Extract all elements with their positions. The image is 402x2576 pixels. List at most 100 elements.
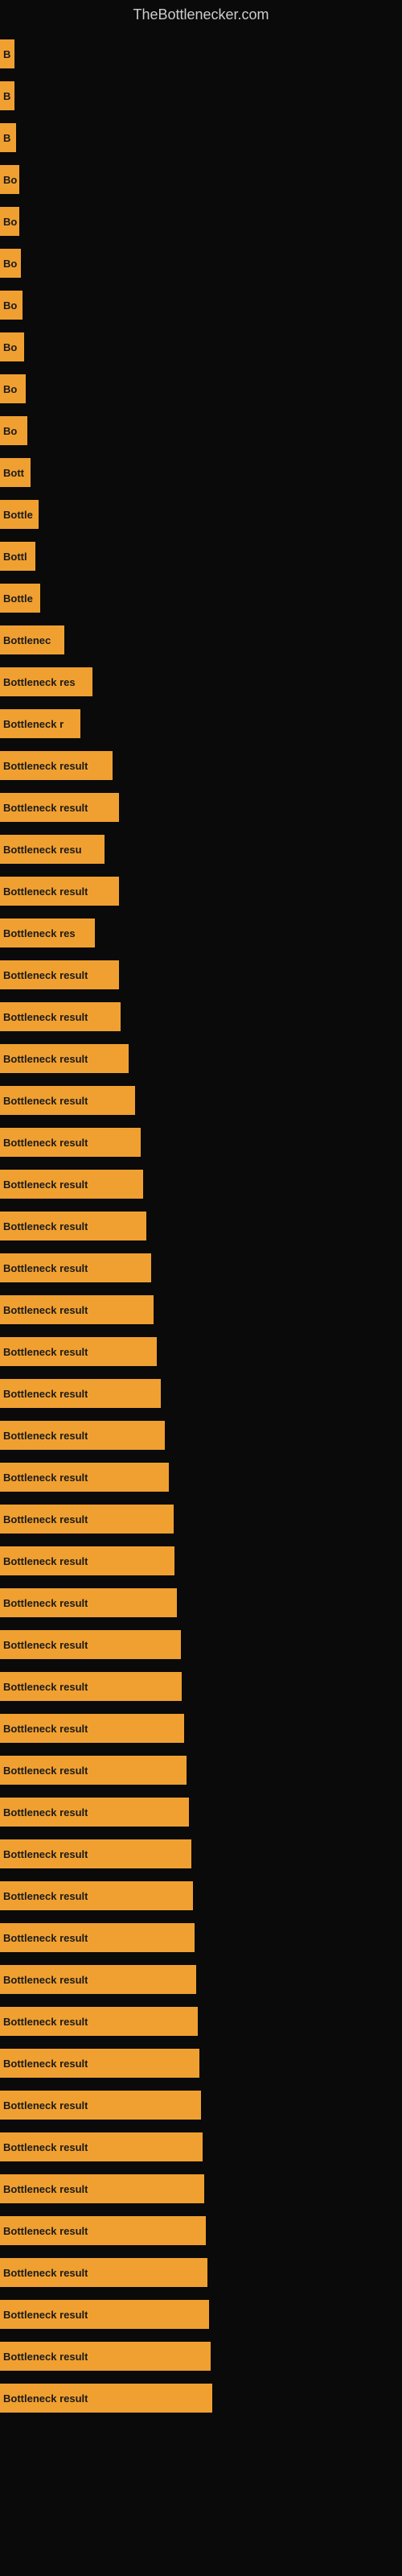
- bar-row: Bottleneck result: [0, 1791, 402, 1833]
- bar-row: Bo: [0, 368, 402, 410]
- bar: Bo: [0, 332, 24, 361]
- bar-label: Bottle: [3, 509, 33, 521]
- bar-row: B: [0, 33, 402, 75]
- bar-row: Bo: [0, 159, 402, 200]
- bar-label: Bo: [3, 341, 17, 353]
- bar: Bottleneck result: [0, 960, 119, 989]
- bar-label: Bottleneck result: [3, 1095, 88, 1107]
- bar-row: Bottleneck result: [0, 1289, 402, 1331]
- bar-row: Bottleneck result: [0, 1121, 402, 1163]
- bar-label: Bottleneck result: [3, 1555, 88, 1567]
- bar-row: Bottleneck result: [0, 2252, 402, 2293]
- site-title: TheBottlenecker.com: [0, 0, 402, 33]
- bar-row: Bottleneck result: [0, 1331, 402, 1373]
- bar-row: B: [0, 75, 402, 117]
- bar: Bo: [0, 249, 21, 278]
- bar: Bottleneck result: [0, 2132, 203, 2161]
- bar: Bottleneck result: [0, 1756, 187, 1785]
- bar: Bottleneck result: [0, 2384, 212, 2413]
- bar: Bottleneck result: [0, 1630, 181, 1659]
- bar-row: Bottleneck result: [0, 1080, 402, 1121]
- bar: Bottleneck result: [0, 1295, 154, 1324]
- bar: Bottleneck res: [0, 667, 92, 696]
- bar: Bottleneck result: [0, 1212, 146, 1241]
- bar: Bottleneck result: [0, 793, 119, 822]
- bar-row: Bottleneck result: [0, 1875, 402, 1917]
- bar-row: Bottle: [0, 493, 402, 535]
- bar-row: Bottleneck r: [0, 703, 402, 745]
- bar: Bottleneck result: [0, 1714, 184, 1743]
- bar-row: Bottlenec: [0, 619, 402, 661]
- bar: Bo: [0, 165, 19, 194]
- bar-row: Bottleneck res: [0, 912, 402, 954]
- bar-label: Bottleneck resu: [3, 844, 82, 856]
- bar: Bottleneck result: [0, 1546, 174, 1575]
- bar: Bottl: [0, 542, 35, 571]
- bar-row: Bottleneck result: [0, 1666, 402, 1707]
- bar-row: Bottleneck result: [0, 870, 402, 912]
- bar: B: [0, 123, 16, 152]
- bar-label: Bottleneck result: [3, 1011, 88, 1023]
- bar: Bottleneck result: [0, 2049, 199, 2078]
- bar-row: Bottleneck result: [0, 745, 402, 786]
- bar-label: Bottleneck result: [3, 1765, 88, 1777]
- bar: Bottleneck result: [0, 751, 113, 780]
- bar-row: Bo: [0, 284, 402, 326]
- bar: Bottleneck r: [0, 709, 80, 738]
- bar: Bottleneck result: [0, 1839, 191, 1868]
- bar-label: Bottleneck result: [3, 2392, 88, 2405]
- bar-label: Bottleneck result: [3, 2267, 88, 2279]
- bar: Bo: [0, 207, 19, 236]
- bar-label: Bottleneck result: [3, 969, 88, 981]
- bar-row: Bottleneck result: [0, 2210, 402, 2252]
- bar-label: B: [3, 90, 10, 102]
- bar: Bottleneck result: [0, 2216, 206, 2245]
- bar-row: Bo: [0, 242, 402, 284]
- bar: Bottleneck result: [0, 1463, 169, 1492]
- bar-label: Bottleneck result: [3, 1220, 88, 1232]
- bar: Bottleneck result: [0, 2091, 201, 2120]
- bar-label: Bottleneck result: [3, 2351, 88, 2363]
- bar-label: Bottleneck result: [3, 1890, 88, 1902]
- bar-row: Bottleneck result: [0, 1540, 402, 1582]
- bar-row: Bottleneck result: [0, 2000, 402, 2042]
- bar-label: Bottleneck result: [3, 1932, 88, 1944]
- bar-row: Bottleneck result: [0, 1456, 402, 1498]
- bar-label: Bottleneck result: [3, 1430, 88, 1442]
- bar: Bottleneck result: [0, 2258, 207, 2287]
- bar: Bottleneck result: [0, 1965, 196, 1994]
- bar-label: Bottleneck result: [3, 1848, 88, 1860]
- bar-label: Bottleneck result: [3, 2099, 88, 2112]
- bar: Bottleneck res: [0, 919, 95, 947]
- bar: Bottleneck result: [0, 1337, 157, 1366]
- bar-label: Bottleneck result: [3, 2058, 88, 2070]
- bar-label: B: [3, 48, 10, 60]
- bar-label: Bo: [3, 216, 17, 228]
- bar: Bottleneck result: [0, 1044, 129, 1073]
- bar-row: Bottleneck result: [0, 1917, 402, 1959]
- bar-label: Bottleneck result: [3, 1974, 88, 1986]
- bar-row: Bottleneck result: [0, 1163, 402, 1205]
- bar: Bottleneck resu: [0, 835, 105, 864]
- bar-row: Bottleneck result: [0, 2126, 402, 2168]
- bar: Bottleneck result: [0, 1379, 161, 1408]
- bar-row: Bottleneck result: [0, 996, 402, 1038]
- bar-label: Bottleneck result: [3, 2141, 88, 2153]
- bar-label: Bottleneck result: [3, 1513, 88, 1525]
- bar-label: Bottleneck result: [3, 1681, 88, 1693]
- bar: B: [0, 39, 14, 68]
- bar-row: Bott: [0, 452, 402, 493]
- bar-label: Bottleneck res: [3, 676, 76, 688]
- bar-row: Bottleneck result: [0, 954, 402, 996]
- bar: B: [0, 81, 14, 110]
- bar-label: Bottleneck result: [3, 1723, 88, 1735]
- bar: Bottleneck result: [0, 1505, 174, 1534]
- bar-label: Bottl: [3, 551, 27, 563]
- bar-row: Bottleneck result: [0, 1749, 402, 1791]
- bar-label: Bottleneck result: [3, 760, 88, 772]
- bar: Bottleneck result: [0, 1881, 193, 1910]
- bar-label: Bottle: [3, 592, 33, 605]
- bar: Bottleneck result: [0, 2300, 209, 2329]
- bar-row: Bottleneck result: [0, 1373, 402, 1414]
- bar-row: Bottleneck result: [0, 1038, 402, 1080]
